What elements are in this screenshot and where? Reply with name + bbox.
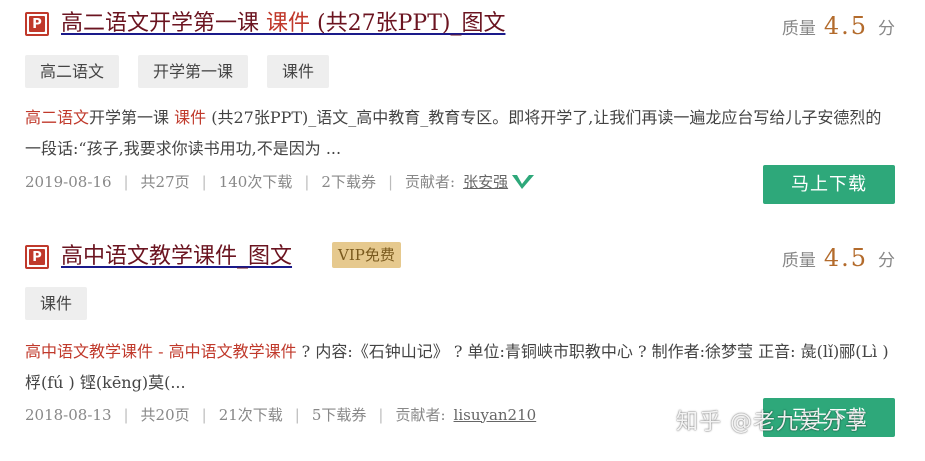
vip-free-badge: VIP免费 bbox=[332, 242, 401, 268]
quality-unit: 分 bbox=[878, 251, 895, 271]
page-count: 共27页 bbox=[140, 173, 190, 191]
download-button[interactable]: 马上下载 bbox=[763, 165, 895, 204]
tag[interactable]: 开学第一课 bbox=[138, 55, 249, 88]
tag[interactable]: 高二语文 bbox=[25, 55, 120, 88]
verified-check-icon bbox=[512, 174, 535, 189]
result-meta: 2018-08-13 | 共20页 | 21次下载 | 5下载券 | 贡献者: … bbox=[25, 404, 536, 425]
page-count: 共20页 bbox=[140, 406, 190, 424]
divider: | bbox=[294, 405, 300, 424]
divider: | bbox=[304, 172, 310, 191]
divider: | bbox=[387, 172, 394, 191]
download-count: 21次下载 bbox=[218, 406, 283, 424]
tag-list: 课件 bbox=[25, 287, 88, 320]
coupon-cost: 5下载券 bbox=[311, 406, 367, 424]
result-summary: 高中语文教学课件 - 高中语文教学课件 ? 内容:《石钟山记》 ? 单位:青铜峡… bbox=[25, 342, 889, 392]
quality-label: 质量 bbox=[781, 19, 816, 39]
divider: | bbox=[123, 172, 129, 191]
divider: | bbox=[201, 405, 207, 424]
quality-rating: 质量 4.5 分 bbox=[782, 12, 895, 40]
divider: | bbox=[123, 405, 129, 424]
contributor-link[interactable]: lisuyan210 bbox=[454, 406, 537, 424]
quality-rating: 质量 4.5 分 bbox=[782, 244, 895, 272]
download-count: 140次下载 bbox=[218, 173, 293, 191]
ppt-file-icon: P bbox=[25, 12, 49, 36]
quality-score: 4.5 bbox=[823, 12, 868, 40]
divider: | bbox=[378, 405, 384, 424]
search-result-1: P 高二语文开学第一课 课件 (共27张PPT)_图文 质量 4.5 分 高二语文 … bbox=[0, 0, 925, 215]
result-meta: 2019-08-16 | 共27页 | 140次下载 | 2下载券 | 贡献者:… bbox=[25, 171, 536, 192]
coupon-cost: 2下载券 bbox=[321, 173, 376, 191]
contributor-label: 贡献者: bbox=[405, 173, 456, 191]
quality-unit: 分 bbox=[878, 19, 895, 39]
tag-list: 高二语文 开学第一课 课件 bbox=[25, 55, 330, 88]
tag[interactable]: 课件 bbox=[25, 287, 88, 320]
quality-score: 4.5 bbox=[823, 244, 868, 272]
result-title-link[interactable]: 高中语文教学课件_图文 bbox=[61, 243, 292, 271]
divider: | bbox=[201, 172, 207, 191]
upload-date: 2019-08-16 bbox=[25, 172, 112, 191]
contributor-label: 贡献者: bbox=[395, 406, 446, 424]
zhihu-watermark: 知乎 @老九爱分享 bbox=[676, 410, 868, 435]
tag[interactable]: 课件 bbox=[267, 55, 330, 88]
upload-date: 2018-08-13 bbox=[25, 405, 112, 424]
ppt-file-icon: P bbox=[25, 245, 49, 269]
contributor-link[interactable]: 张安强 bbox=[463, 171, 508, 192]
quality-label: 质量 bbox=[781, 251, 816, 271]
result-title-link[interactable]: 高二语文开学第一课 课件 (共27张PPT)_图文 bbox=[61, 10, 505, 38]
result-summary: 高二语文开学第一课 课件 (共27张PPT)_语文_高中教育_教育专区。即将开学… bbox=[25, 108, 882, 158]
